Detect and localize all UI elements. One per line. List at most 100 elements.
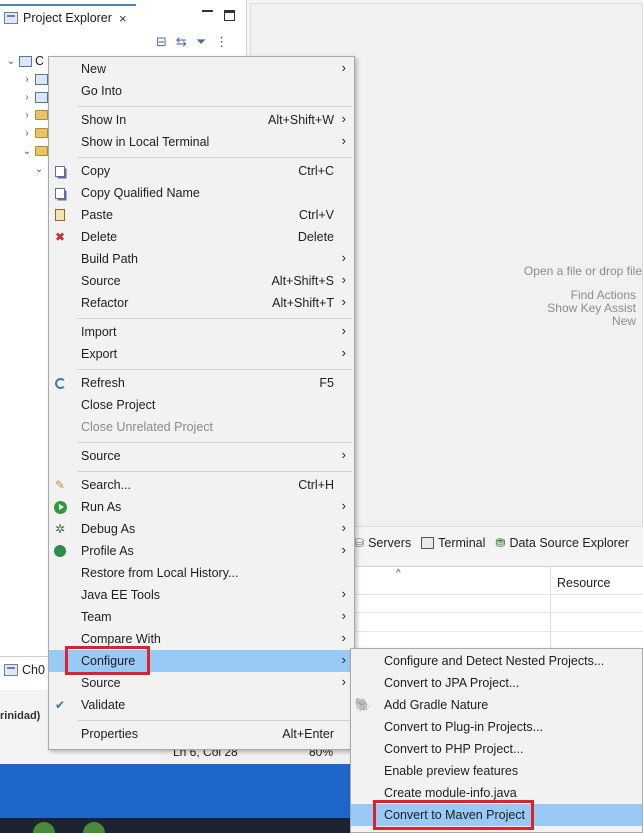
menu-item-paste[interactable]: Paste Ctrl+V	[49, 204, 354, 226]
chevron-right-icon[interactable]: ›	[22, 128, 32, 139]
maximize-icon[interactable]	[224, 10, 235, 21]
column-divider[interactable]	[550, 566, 551, 656]
editor-hint-open: Open a file or drop file	[523, 264, 642, 278]
chevron-down-icon[interactable]: ⌄	[6, 56, 16, 67]
menu-item-label: Source	[81, 449, 121, 463]
tree-item-project[interactable]: ⌄ C	[6, 52, 44, 70]
link-with-editor-icon[interactable]: ⇆	[176, 34, 187, 50]
project-explorer-icon	[4, 12, 18, 24]
chevron-right-icon: ›	[341, 674, 346, 689]
collapse-all-icon[interactable]: ⊟	[156, 34, 167, 50]
menu-item-shortcut: Alt+Enter	[282, 727, 334, 741]
chevron-down-icon[interactable]: ⌄	[34, 164, 44, 175]
submenu-item-enable-preview[interactable]: Enable preview features	[351, 760, 642, 782]
menu-item-label: Close Project	[81, 398, 156, 412]
submenu-item-label: Add Gradle Nature	[384, 698, 489, 712]
tab-terminal[interactable]: Terminal	[421, 536, 485, 550]
chevron-right-icon: ›	[341, 60, 346, 75]
bottom-view-tabs: ⛁ Servers Terminal ⛃ Data Source Explore…	[352, 530, 643, 556]
menu-item-label: Source	[81, 676, 121, 690]
menu-item-source-2[interactable]: Source ›	[49, 445, 354, 467]
tree-item[interactable]: ⌄	[22, 142, 48, 160]
menu-item-copy[interactable]: Copy Ctrl+C	[49, 160, 354, 182]
project-explorer-tab-label: Project Explorer	[23, 11, 112, 25]
view-menu-icon[interactable]: ⋮	[215, 34, 228, 50]
tree-item[interactable]: ›	[22, 88, 48, 106]
menu-item-restore-local-history[interactable]: Restore from Local History...	[49, 562, 354, 584]
chevron-right-icon[interactable]: ›	[22, 74, 32, 85]
editor-hint-find-actions: Find Actions	[570, 288, 636, 302]
filter-icon[interactable]: ⏷	[196, 34, 206, 50]
tab-data-source-explorer[interactable]: ⛃ Data Source Explorer	[495, 536, 629, 550]
library-icon	[35, 91, 48, 103]
menu-item-build-path[interactable]: Build Path ›	[49, 248, 354, 270]
copy-icon	[53, 164, 67, 178]
folder-icon	[35, 128, 48, 138]
menu-item-refactor[interactable]: Refactor Alt+Shift+T ›	[49, 292, 354, 314]
project-label: C	[35, 54, 45, 68]
menu-item-source-3[interactable]: Source ›	[49, 672, 354, 694]
menu-item-shortcut: Alt+Shift+W	[268, 113, 334, 127]
run-icon	[53, 500, 67, 514]
menu-separator	[77, 471, 352, 472]
bottom-left-tab[interactable]: Ch0	[0, 656, 50, 682]
menu-item-profile-as[interactable]: Profile As ›	[49, 540, 354, 562]
profile-icon	[53, 544, 67, 558]
tab-servers-label: Servers	[368, 536, 412, 550]
tree-item[interactable]: ⌄	[34, 160, 44, 178]
table-row-divider	[352, 631, 643, 632]
submenu-item-convert-plugin[interactable]: Convert to Plug-in Projects...	[351, 716, 642, 738]
menu-item-validate[interactable]: ✔ Validate	[49, 694, 354, 716]
menu-item-label: Compare With	[81, 632, 161, 646]
menu-separator	[77, 720, 352, 721]
menu-item-delete[interactable]: ✖ Delete Delete	[49, 226, 354, 248]
menu-item-java-ee-tools[interactable]: Java EE Tools ›	[49, 584, 354, 606]
menu-item-properties[interactable]: Properties Alt+Enter	[49, 723, 354, 745]
submenu-item-convert-php[interactable]: Convert to PHP Project...	[351, 738, 642, 760]
menu-item-export[interactable]: Export ›	[49, 343, 354, 365]
submenu-item-add-gradle-nature[interactable]: 🐘 Add Gradle Nature	[351, 694, 642, 716]
menu-item-show-in-local-terminal[interactable]: Show in Local Terminal ›	[49, 131, 354, 153]
tree-item[interactable]: ›	[22, 106, 48, 124]
menu-item-close-project[interactable]: Close Project	[49, 394, 354, 416]
chevron-right-icon[interactable]: ›	[22, 92, 32, 103]
tree-item[interactable]: ›	[22, 70, 48, 88]
menu-separator	[77, 369, 352, 370]
menu-item-new[interactable]: New ›	[49, 58, 354, 80]
resource-column-header[interactable]: Resource	[557, 576, 611, 590]
chevron-right-icon[interactable]: ›	[22, 110, 32, 121]
menu-item-team[interactable]: Team ›	[49, 606, 354, 628]
explorer-toolbar: ⊟ ⇆ ⏷ ⋮	[156, 33, 246, 51]
menu-item-run-as[interactable]: Run As ›	[49, 496, 354, 518]
submenu-item-label: Convert to Plug-in Projects...	[384, 720, 544, 734]
chevron-down-icon[interactable]: ⌄	[22, 146, 32, 157]
submenu-item-label: Convert to PHP Project...	[384, 742, 524, 756]
menu-item-shortcut: Ctrl+C	[298, 164, 334, 178]
minimize-icon[interactable]	[202, 10, 213, 12]
submenu-item-configure-detect-nested[interactable]: Configure and Detect Nested Projects...	[351, 650, 642, 672]
menu-item-label: Source	[81, 274, 121, 288]
chevron-right-icon: ›	[341, 520, 346, 535]
delete-icon: ✖	[54, 230, 66, 244]
submenu-item-label: Convert to JPA Project...	[384, 676, 520, 690]
tree-item[interactable]: ›	[22, 124, 48, 142]
menu-item-label: Profile As	[81, 544, 134, 558]
menu-item-import[interactable]: Import ›	[49, 321, 354, 343]
menu-item-source[interactable]: Source Alt+Shift+S ›	[49, 270, 354, 292]
menu-item-debug-as[interactable]: ✲ Debug As ›	[49, 518, 354, 540]
menu-item-label: Show In	[81, 113, 127, 127]
menu-item-copy-qualified-name[interactable]: Copy Qualified Name	[49, 182, 354, 204]
tab-data-source-label: Data Source Explorer	[509, 536, 629, 550]
menu-item-search[interactable]: ✎ Search... Ctrl+H	[49, 474, 354, 496]
menu-item-shortcut: Alt+Shift+S	[271, 274, 334, 288]
tab-servers[interactable]: ⛁ Servers	[354, 536, 411, 550]
project-explorer-tab[interactable]: Project Explorer ×	[0, 4, 136, 30]
menu-item-show-in[interactable]: Show In Alt+Shift+W ›	[49, 109, 354, 131]
menu-item-go-into[interactable]: Go Into	[49, 80, 354, 102]
menu-item-refresh[interactable]: Refresh F5	[49, 372, 354, 394]
close-icon[interactable]: ×	[119, 11, 127, 26]
submenu-item-convert-jpa[interactable]: Convert to JPA Project...	[351, 672, 642, 694]
chevron-right-icon: ›	[341, 498, 346, 513]
menu-item-close-unrelated-project: Close Unrelated Project	[49, 416, 354, 438]
folder-icon	[35, 146, 48, 156]
